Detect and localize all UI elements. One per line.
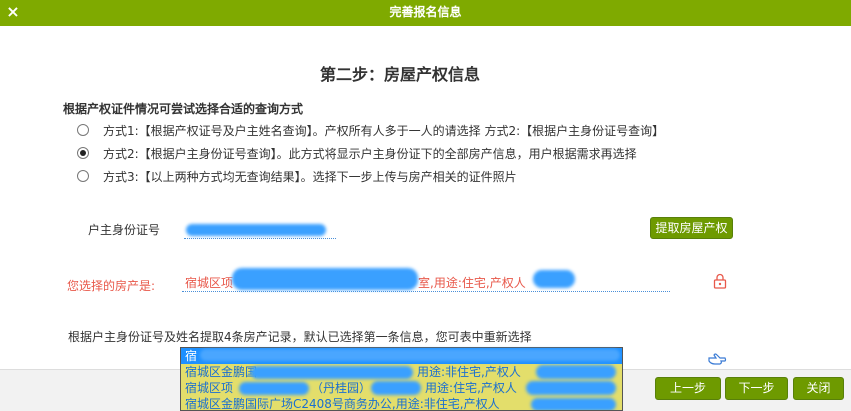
radio-option-2[interactable]: 方式2:【根据户主身份证号查询】。此方式将显示户主身份证下的全部房产信息，用户根… <box>77 144 637 162</box>
radio-button[interactable] <box>77 147 89 159</box>
radio-label: 方式1:【根据产权证号及户主姓名查询】。产权所有人多于一人的请选择 方式2:【根… <box>103 123 665 138</box>
radio-button[interactable] <box>77 124 89 136</box>
step-title: 第二步：房屋产权信息 <box>319 65 480 84</box>
option-text: 宿城区金鹏国 <box>185 365 258 379</box>
option-text: 宿城区金鹏国际广场C2408号商务办公,用途:非住宅,产权人 <box>185 397 500 411</box>
close-button[interactable]: 关闭 <box>793 377 844 400</box>
redacted-segment <box>526 381 616 395</box>
radio-label: 方式2:【根据户主身份证号查询】。此方式将显示户主身份证下的全部房产信息，用户根… <box>103 146 637 161</box>
redacted-segment <box>371 381 421 395</box>
redacted-segment <box>536 365 616 379</box>
prev-step-button[interactable]: 上一步 <box>655 377 721 400</box>
redacted-selected-option <box>200 349 620 361</box>
redacted-segment <box>531 398 616 410</box>
option-tail: 用途:住宅,产权人 <box>425 381 517 395</box>
lock-icon <box>713 273 727 289</box>
selected-property-label: 您选择的房产是: <box>67 279 156 293</box>
dialog-title: 完善报名信息 <box>389 5 462 19</box>
dropdown-option[interactable]: 宿城区金鹏国 用途:非住宅,产权人 <box>181 364 622 380</box>
close-icon[interactable]: × <box>5 4 21 20</box>
dialog-titlebar: × 完善报名信息 <box>0 0 851 26</box>
radio-button[interactable] <box>77 170 89 182</box>
dropdown-option[interactable]: 宿城区项 （丹桂园） 用途:住宅,产权人 <box>181 380 622 396</box>
radio-option-1[interactable]: 方式1:【根据产权证号及户主姓名查询】。产权所有人多于一人的请选择 方式2:【根… <box>77 121 664 139</box>
id-number-input[interactable] <box>184 219 336 239</box>
record-note: 根据户主身份证号及姓名提取4条房产记录，默认已选择第一条信息，您可表中重新选择 <box>68 330 532 344</box>
dropdown-option[interactable]: 宿城区金鹏国际广场C2408号商务办公,用途:非住宅,产权人 <box>181 396 622 411</box>
dialog: × 完善报名信息 第二步：房屋产权信息 根据产权证件情况可尝试选择合适的查询方式… <box>0 0 851 411</box>
query-method-hint: 根据产权证件情况可尝试选择合适的查询方式 <box>63 102 304 116</box>
redacted-address <box>232 268 418 290</box>
pointer-hand-icon <box>708 353 727 365</box>
option-mid: （丹桂园） <box>311 381 372 395</box>
property-prefix: 宿城区项 <box>185 276 234 290</box>
option-text: 宿城区项 <box>185 381 234 395</box>
radio-option-3[interactable]: 方式3:【以上两种方式均无查询结果】。选择下一步上传与房产相关的证件照片 <box>77 167 517 185</box>
id-number-label: 户主身份证号 <box>88 223 161 237</box>
redacted-segment <box>251 366 413 379</box>
redacted-value <box>186 224 326 236</box>
next-step-button[interactable]: 下一步 <box>725 377 788 400</box>
radio-label: 方式3:【以上两种方式均无查询结果】。选择下一步上传与房产相关的证件照片 <box>103 169 517 184</box>
fetch-property-button[interactable]: 提取房屋产权 <box>650 217 733 239</box>
option-text: 宿 <box>185 349 198 363</box>
redacted-owner <box>533 270 575 288</box>
redacted-segment <box>239 382 309 395</box>
property-suffix: 室,用途:住宅,产权人 <box>418 276 526 290</box>
option-tail: 用途:非住宅,产权人 <box>417 365 521 379</box>
